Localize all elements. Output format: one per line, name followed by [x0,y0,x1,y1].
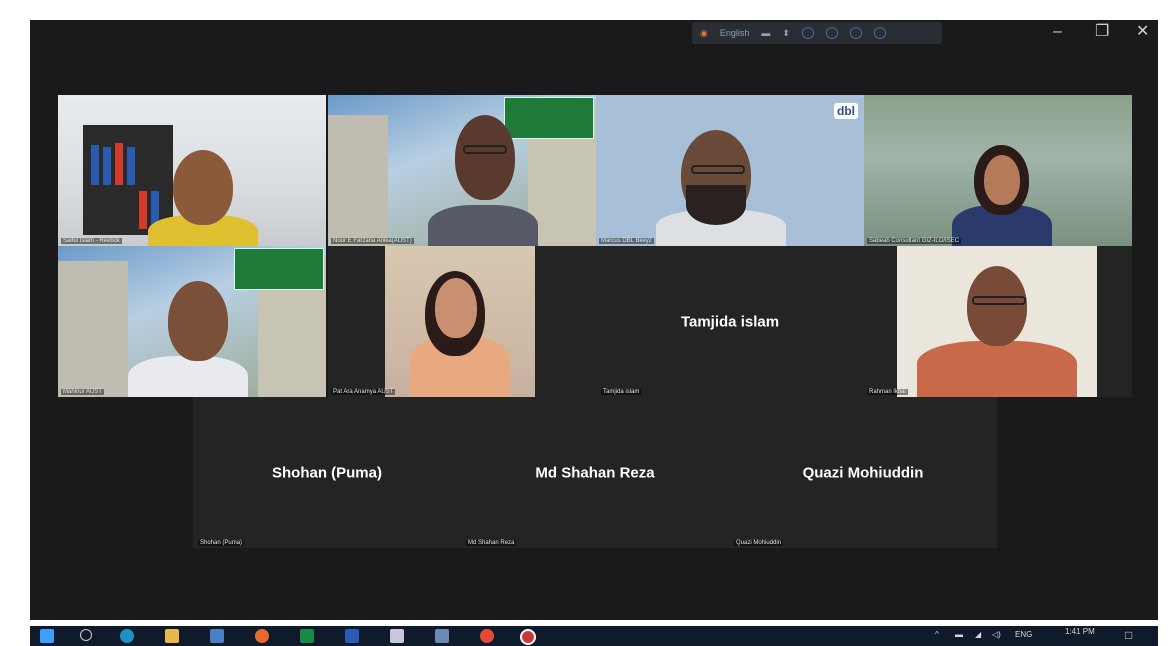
university-logo [504,97,594,139]
search-icon[interactable] [80,629,92,641]
participant-video-tile[interactable]: Saiful Islam - Reebok [58,95,326,246]
title-bar: ◉ English ▬ ⬍ – ❐ ✕ [30,20,1158,50]
participant-video-tile[interactable]: dbl Marcus DBL Bkeyz [596,95,864,246]
screen-share-toolbar[interactable]: ◉ English ▬ ⬍ [692,22,942,44]
eraser-icon[interactable] [825,27,838,39]
photos-icon[interactable] [435,629,449,643]
restore-button[interactable]: ❐ [1095,24,1109,40]
participant-name: Sabeah Consultant GIZ-ILO/ISEC [867,238,962,244]
pen-icon[interactable]: ▬ [761,28,770,38]
participant-name: Md Shahan Reza [466,540,517,546]
minimize-button[interactable]: – [1053,24,1062,40]
edge-icon[interactable] [120,629,134,643]
meeting-window: ◉ English ▬ ⬍ – ❐ ✕ Saiful Islam - Reebo… [30,20,1158,620]
notification-icon[interactable]: □ [1125,628,1132,642]
bookshelf [83,125,173,235]
record-icon[interactable]: ◉ [700,28,708,39]
firefox-icon[interactable] [255,629,269,643]
university-logo [234,248,324,290]
participant-video [897,246,1097,397]
participant-name: Noor E Farzana Anika(AUST) [331,238,414,244]
participant-photo [385,246,535,397]
participant-display-name: Quazi Mohiuddin [802,464,924,481]
dbl-logo: dbl [834,103,858,119]
participant-name: Shohan (Puma) [198,540,245,546]
participant-display-name: Tamjida islam [680,313,780,330]
participant-video-tile[interactable]: Mahinur AUST [58,246,326,397]
participant-name: Marcus DBL Bkeyz [599,238,654,244]
close-button[interactable]: ✕ [1136,24,1149,40]
language-indicator[interactable]: ENG [1015,630,1032,639]
battery-icon[interactable]: ▬ [955,630,963,639]
participant-display-name: Md Shahan Reza [535,464,655,481]
save-icon[interactable] [849,27,862,39]
file-explorer-icon[interactable] [165,629,179,643]
windows-icon[interactable] [40,629,54,643]
excel-icon[interactable] [300,629,314,643]
participant-tile-no-video[interactable]: Tamjida islam Tamjida islam [596,246,864,397]
language-selector[interactable]: English [720,28,750,38]
volume-icon[interactable]: ◁) [992,630,1001,639]
participant-tile-no-video[interactable]: Shohan (Puma) Shohan (Puma) [193,397,461,548]
participant-video-tile[interactable]: Noor E Farzana Anika(AUST) [328,95,596,246]
participant-tile-no-video[interactable]: Md Shahan Reza Md Shahan Reza [461,397,729,548]
participant-name: Tamjida islam [601,389,642,395]
word-icon[interactable] [345,629,359,643]
tray-arrow-icon[interactable]: ^ [935,630,939,639]
zoom-icon[interactable] [520,629,536,645]
more-icon[interactable] [873,27,886,39]
annotate-icon[interactable] [801,27,814,39]
participant-name: Quazi Mohiuddin [734,540,784,546]
network-icon[interactable]: ◢ [975,630,981,639]
clock[interactable]: 1:41 PM [1065,627,1095,636]
chrome-icon[interactable] [480,629,494,643]
windows-taskbar: ^ ▬ ◢ ◁) ENG 1:41 PM □ [30,626,1158,646]
participant-tile-no-video[interactable]: Quazi Mohiuddin Quazi Mohiuddin [729,397,997,548]
participant-display-name: Shohan (Puma) [271,464,382,481]
participant-video-tile[interactable]: Pat Ara Anamya AUST [328,246,596,397]
paint-icon[interactable] [390,629,404,643]
store-icon[interactable] [210,629,224,643]
participant-name: Saiful Islam - Reebok [61,238,123,244]
participant-name: Rahman lkbal [867,389,908,395]
participant-video-tile[interactable]: Sabeah Consultant GIZ-ILO/ISEC [864,95,1132,246]
participant-video-tile[interactable]: Rahman lkbal [864,246,1132,397]
pointer-icon[interactable]: ⬍ [782,28,790,39]
participant-name: Mahinur AUST [61,389,105,395]
participant-name: Pat Ara Anamya AUST [331,389,396,395]
